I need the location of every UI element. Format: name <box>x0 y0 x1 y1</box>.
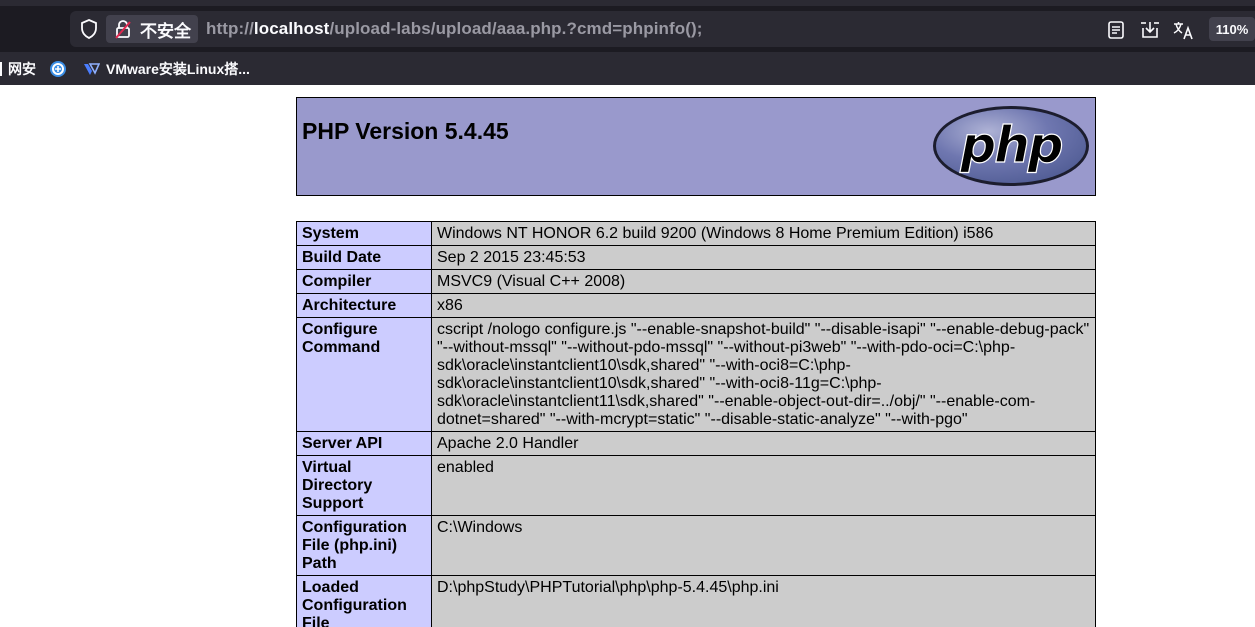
info-value: MSVC9 (Visual C++ 2008) <box>431 269 1096 294</box>
php-version-title: PHP Version 5.4.45 <box>302 118 509 144</box>
insecure-lock-icon <box>114 18 136 40</box>
info-key: Architecture <box>296 293 432 318</box>
info-row: Configure Command cscript /nologo configu… <box>296 317 1096 432</box>
bookmark-icon <box>0 60 4 78</box>
php-logo-text: php <box>959 116 1061 174</box>
url-path: /upload-labs/upload/aaa.php.?cmd=phpinfo… <box>329 19 703 38</box>
info-key: Virtual Directory Support <box>296 455 432 516</box>
bookmark-item-wangan[interactable]: 网安 <box>0 52 36 85</box>
bookmark-label: VMware安装Linux搭... <box>106 60 250 77</box>
info-key: Build Date <box>296 245 432 270</box>
url-host: localhost <box>253 19 330 38</box>
info-row: Architecture x86 <box>296 293 1096 318</box>
phpinfo-table: System Windows NT HONOR 6.2 build 9200 (W… <box>296 221 1096 627</box>
info-key: Server API <box>296 431 432 456</box>
address-bar[interactable]: 不安全 http://localhost/upload-labs/upload/… <box>70 11 1255 47</box>
globe-icon <box>49 60 67 78</box>
page-content: PHP Version 5.4.45 php System Windows NT … <box>0 85 1255 627</box>
info-row: System Windows NT HONOR 6.2 build 9200 (W… <box>296 221 1096 246</box>
info-key: Loaded Configuration File <box>296 575 432 627</box>
download-icon[interactable] <box>1138 18 1162 42</box>
tracking-protection-shield-icon[interactable] <box>78 18 100 40</box>
info-row: Loaded Configuration File D:\phpStudy\PHP… <box>296 575 1096 627</box>
info-value: cscript /nologo configure.js "--enable-s… <box>431 317 1096 432</box>
info-row: Build Date Sep 2 2015 23:45:53 <box>296 245 1096 270</box>
bookmark-item-vmware[interactable]: VMware安装Linux搭... <box>82 52 250 85</box>
info-value: Sep 2 2015 23:45:53 <box>431 245 1096 270</box>
info-value: C:\Windows <box>431 515 1096 576</box>
info-row: Configuration File (php.ini) Path C:\Wind… <box>296 515 1096 576</box>
php-logo[interactable]: php <box>932 105 1090 192</box>
info-key: System <box>296 221 432 246</box>
bookmark-label: 网安 <box>8 60 36 77</box>
info-row: Server API Apache 2.0 Handler <box>296 431 1096 456</box>
info-key: Compiler <box>296 269 432 294</box>
bookmark-item-globe[interactable] <box>49 52 73 85</box>
url-prefix: http:// <box>206 19 254 38</box>
translate-icon[interactable] <box>1171 18 1195 42</box>
info-row: Virtual Directory Support enabled <box>296 455 1096 516</box>
info-value: Apache 2.0 Handler <box>431 431 1096 456</box>
reader-view-icon[interactable] <box>1104 18 1128 42</box>
info-key: Configure Command <box>296 317 432 432</box>
info-value: D:\phpStudy\PHPTutorial\php\php-5.4.45\p… <box>431 575 1096 627</box>
info-key: Configuration File (php.ini) Path <box>296 515 432 576</box>
info-value: Windows NT HONOR 6.2 build 9200 (Windows… <box>431 221 1096 246</box>
browser-toolbar: 不安全 http://localhost/upload-labs/upload/… <box>0 6 1255 52</box>
zoom-level-button[interactable]: 110% <box>1209 17 1255 41</box>
info-value: x86 <box>431 293 1096 318</box>
info-value: enabled <box>431 455 1096 516</box>
phpinfo-header: PHP Version 5.4.45 php <box>296 97 1096 196</box>
connection-not-secure-chip[interactable]: 不安全 <box>106 15 198 43</box>
vmware-icon <box>82 60 100 78</box>
bookmarks-toolbar: 网安 VMware安装Linux搭... <box>0 52 1255 85</box>
security-label: 不安全 <box>140 21 191 41</box>
info-row: Compiler MSVC9 (Visual C++ 2008) <box>296 269 1096 294</box>
url-text[interactable]: http://localhost/upload-labs/upload/aaa.… <box>206 11 703 47</box>
